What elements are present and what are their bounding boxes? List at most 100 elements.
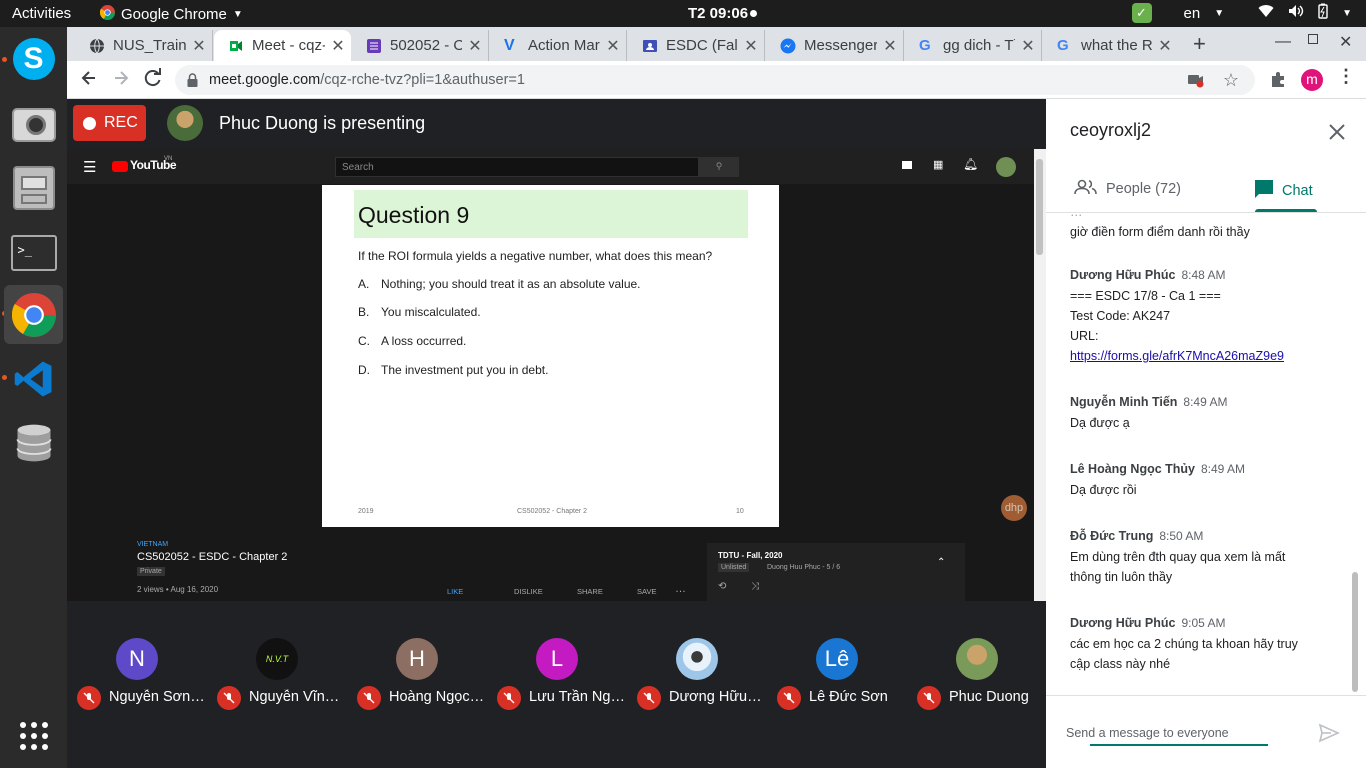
participant-name: Nguyễn Sơn T... [109, 689, 205, 705]
tab-nus-training[interactable]: NUS_Traini ✕ [75, 30, 213, 61]
terminal-icon[interactable]: >_ [4, 223, 63, 282]
close-tab-icon[interactable]: ✕ [1015, 36, 1041, 56]
privacy-badge: Private [137, 567, 165, 576]
message-line: Test Code: AK247 [1070, 309, 1171, 323]
close-tab-icon[interactable]: ✕ [186, 36, 212, 56]
participant-name: Lê Đức Sơn [809, 689, 888, 705]
chat-message: … giờ điền form điểm danh rồi thầy [1070, 214, 1330, 242]
search-icon: ⚲ [699, 157, 739, 177]
message-line: Em dùng trên đth quay qua xem là mất [1070, 550, 1286, 564]
mic-off-icon [777, 686, 801, 710]
tab-title: ESDC (Fall, [666, 37, 738, 54]
tab-title: Messenger [804, 37, 877, 54]
chat-tab-label: Chat [1282, 183, 1313, 199]
participant-tile[interactable]: N.V.T Nguyễn Vĩnh ... [207, 636, 347, 718]
vscode-icon[interactable] [4, 349, 63, 408]
recording-badge[interactable]: REC [73, 105, 146, 141]
camera-blocked-icon[interactable] [1187, 72, 1205, 92]
participant-tile[interactable]: Phuc Duong [907, 636, 1047, 718]
bell-icon: 🔔︎ [963, 157, 979, 171]
tab-action-mar[interactable]: V Action Mar ✕ [490, 30, 627, 61]
maximize-button[interactable] [1308, 34, 1318, 44]
files-cabinet-icon[interactable] [4, 158, 63, 217]
send-button[interactable] [1318, 722, 1340, 744]
participant-name: Lưu Trần Ngọ... [529, 689, 625, 705]
mic-off-icon [637, 686, 661, 710]
share-button: SHARE [577, 587, 603, 596]
database-icon[interactable] [4, 413, 63, 472]
message-sender: Dương Hữu Phúc 9:05 AM [1070, 616, 1226, 630]
clock[interactable]: T2 09:06 [688, 5, 748, 22]
presenter-avatar [167, 105, 203, 141]
back-button[interactable] [79, 68, 99, 93]
skype-icon[interactable]: S [4, 29, 63, 88]
close-tab-icon[interactable]: ✕ [877, 36, 903, 56]
chat-message: Dương Hữu Phúc 8:48 AM === ESDC 17/8 - Ca… [1070, 268, 1330, 366]
camera-app-icon[interactable] [4, 95, 63, 154]
dislike-button: DISLIKE [514, 587, 543, 596]
mic-off-icon [217, 686, 241, 710]
chat-message-input[interactable] [1066, 722, 1292, 744]
participant-tile[interactable]: Dương Hữu P... [627, 636, 767, 718]
youtube-search: Search [335, 157, 699, 177]
participant-tile[interactable]: N Nguyễn Sơn T... [67, 636, 207, 718]
mic-off-icon [77, 686, 101, 710]
youtube-region: VN [164, 156, 173, 162]
tab-gg-dich[interactable]: G gg dich - Tì ✕ [905, 30, 1042, 61]
minimize-button[interactable]: — [1275, 33, 1291, 51]
tab-forms[interactable]: 502052 - Or ✕ [352, 30, 489, 61]
video-stats: 2 views • Aug 16, 2020 [137, 585, 219, 594]
tab-people[interactable]: People (72) [1074, 179, 1181, 199]
system-tray[interactable]: ✓ en ▼ ▼ [1131, 3, 1352, 23]
tab-title: NUS_Traini [113, 37, 186, 54]
activities-button[interactable]: Activities [12, 5, 71, 22]
message-line: thông tin luôn thầy [1070, 570, 1173, 584]
tab-chat[interactable]: Chat [1254, 179, 1313, 203]
close-tab-icon[interactable]: ✕ [325, 36, 351, 56]
tab-esdc[interactable]: ESDC (Fall, ✕ [628, 30, 765, 61]
chat-message: Dương Hữu Phúc 9:05 AM các em học ca 2 ch… [1070, 616, 1330, 674]
like-button: LIKE [447, 587, 464, 596]
classroom-icon [642, 38, 658, 54]
message-time: 8:50 AM [1159, 529, 1204, 543]
record-dot-icon [83, 116, 96, 130]
browser-menu-icon[interactable]: ⋮ [1337, 66, 1355, 87]
chevron-up-icon: ⌃ [937, 557, 946, 568]
profile-avatar[interactable]: m [1301, 69, 1323, 91]
close-tab-icon[interactable]: ✕ [462, 36, 488, 56]
participant-tile[interactable]: H Hoàng Ngọc ... [347, 636, 487, 718]
reload-button[interactable] [143, 68, 163, 93]
close-window-button[interactable]: ✕ [1339, 32, 1352, 52]
participant-avatar: L [536, 638, 578, 680]
youtube-header: ☰ YouTube VN Search ⚲ ▦ 🔔︎ [67, 149, 1034, 184]
tab-what-the[interactable]: G what the R ✕ [1043, 30, 1178, 61]
extensions-puzzle-icon[interactable] [1270, 70, 1288, 93]
app-grid-icon[interactable] [4, 706, 63, 765]
participant-tile[interactable]: L Lưu Trần Ngọ... [487, 636, 627, 718]
tab-title: gg dich - Tì [943, 37, 1015, 54]
chat-scrollbar[interactable] [1352, 572, 1358, 692]
close-tab-icon[interactable]: ✕ [600, 36, 626, 56]
bookmark-star-icon[interactable]: ☆ [1223, 70, 1239, 91]
meet-icon [228, 38, 244, 54]
participant-tile[interactable]: Lê Lê Đức Sơn [767, 636, 907, 718]
playlist-meta: Duong Huu Phuc - 5 / 6 [767, 564, 841, 571]
update-check-icon[interactable]: ✓ [1131, 3, 1152, 23]
apps-grid-icon: ▦ [933, 159, 944, 171]
message-link[interactable]: https://forms.gle/afrK7MncA26maZ9e9 [1070, 346, 1330, 366]
close-tab-icon[interactable]: ✕ [738, 36, 764, 56]
url-path: /cqz-rche-tvz?pli=1&authuser=1 [320, 72, 525, 88]
close-tab-icon[interactable]: ✕ [1152, 36, 1178, 56]
close-panel-icon[interactable] [1328, 123, 1346, 141]
address-bar[interactable]: meet.google.com/cqz-rche-tvz?pli=1&authu… [175, 65, 1255, 95]
keyboard-layout[interactable]: en [1184, 5, 1201, 22]
new-tab-button[interactable]: + [1193, 31, 1206, 57]
save-button: SAVE [637, 587, 657, 596]
app-menu[interactable]: Google Chrome ▼ [99, 5, 243, 24]
forward-button[interactable] [111, 68, 131, 93]
chrome-icon[interactable] [4, 285, 63, 344]
tab-title: Action Mar [528, 37, 600, 54]
tab-meet[interactable]: Meet - cqz- ✕ [214, 30, 351, 61]
tab-messenger[interactable]: Messenger ✕ [766, 30, 904, 61]
meeting-code: ceoyroxlj2 [1070, 120, 1152, 140]
